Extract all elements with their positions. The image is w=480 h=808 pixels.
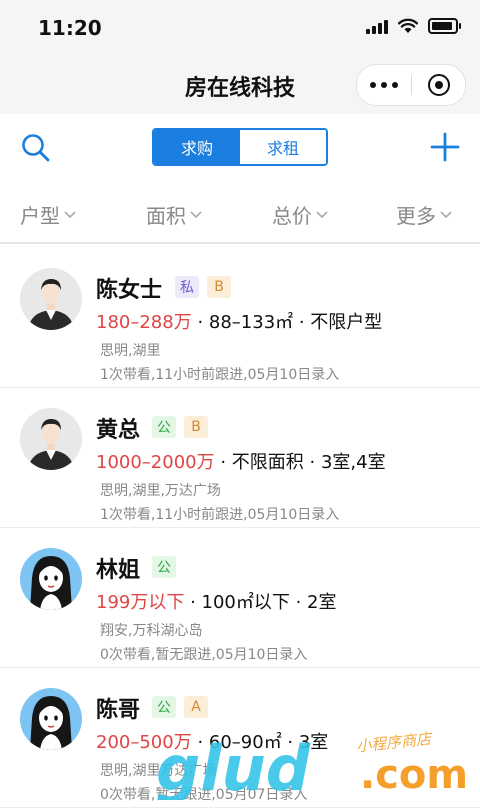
filter-label: 总价 xyxy=(272,204,312,228)
follow-up-meta: 1次带看,11小时前跟进,05月10日录入 xyxy=(100,367,340,383)
public-badge: 公 xyxy=(152,696,176,718)
requirement-summary: 199万以下 · 100㎡以下 · 2室 xyxy=(96,588,337,614)
filter-price[interactable]: 总价 xyxy=(272,200,328,229)
signal-icon xyxy=(366,18,388,34)
client-tags: 公 B xyxy=(152,416,208,438)
follow-up-meta: 1次带看,11小时前跟进,05月10日录入 xyxy=(100,507,340,523)
client-tags: 私 B xyxy=(175,276,231,298)
add-icon[interactable] xyxy=(430,132,460,162)
requirement-summary: 200–500万 · 60–90㎡ · 3室 xyxy=(96,728,328,754)
filter-layout[interactable]: 户型 xyxy=(20,200,76,229)
requirement-summary: 180–288万 · 88–133㎡ · 不限户型 xyxy=(96,308,382,334)
follow-up-meta: 0次带看,暂无跟进,05月10日录入 xyxy=(100,647,308,663)
filter-area[interactable]: 面积 xyxy=(146,200,202,229)
budget-range: 200–500万 xyxy=(96,732,192,753)
tab-buy[interactable]: 求购 xyxy=(154,130,240,164)
preferred-location: 思明,湖里,万达广场 xyxy=(100,483,221,499)
filter-label: 更多 xyxy=(396,204,436,228)
requirement-details: · 88–133㎡ · 不限户型 xyxy=(191,312,383,333)
close-miniprogram-button[interactable] xyxy=(412,74,465,96)
list-item[interactable]: 黄总 公 B 1000–2000万 · 不限面积 · 3室,4室 思明,湖里,万… xyxy=(0,388,480,528)
public-badge: 公 xyxy=(152,556,176,578)
filter-bar: 户型 面积 总价 更多 xyxy=(0,182,480,244)
client-tags: 公 A xyxy=(152,696,208,718)
search-icon[interactable] xyxy=(20,132,52,164)
chevron-down-icon xyxy=(190,210,202,218)
client-name: 陈女士 xyxy=(96,278,163,303)
preferred-location: 翔安,万科湖心岛 xyxy=(100,623,203,639)
filter-more[interactable]: 更多 xyxy=(396,200,452,229)
chevron-down-icon xyxy=(440,210,452,218)
preferred-location: 思明,湖里万达广场 xyxy=(100,763,217,779)
filter-label: 面积 xyxy=(146,204,186,228)
grade-badge: B xyxy=(184,416,208,438)
avatar xyxy=(20,408,82,470)
budget-range: 199万以下 xyxy=(96,592,185,613)
preferred-location: 思明,湖里 xyxy=(100,343,161,359)
client-name: 黄总 xyxy=(96,418,141,443)
avatar xyxy=(20,688,82,750)
grade-badge: B xyxy=(207,276,231,298)
female-avatar-icon xyxy=(20,688,82,750)
battery-icon xyxy=(428,18,461,34)
requirement-details: · 60–90㎡ · 3室 xyxy=(191,732,329,753)
grade-badge: A xyxy=(184,696,208,718)
client-name: 林姐 xyxy=(96,558,141,583)
tab-rent[interactable]: 求租 xyxy=(240,130,326,164)
target-icon xyxy=(427,74,450,96)
requirement-details: · 不限面积 · 3室,4室 xyxy=(214,452,386,473)
nav-bar: 房在线科技 xyxy=(0,56,480,114)
requirement-summary: 1000–2000万 · 不限面积 · 3室,4室 xyxy=(96,448,386,474)
list-item[interactable]: 陈女士 私 B 180–288万 · 88–133㎡ · 不限户型 思明,湖里 … xyxy=(0,248,480,388)
budget-range: 1000–2000万 xyxy=(96,452,215,473)
male-avatar-icon xyxy=(20,268,82,330)
client-tags: 公 xyxy=(152,556,176,578)
mode-segmented-control: 求购 求租 xyxy=(152,128,328,166)
wifi-icon xyxy=(398,18,418,33)
status-icons xyxy=(366,18,461,34)
avatar xyxy=(20,268,82,330)
budget-range: 180–288万 xyxy=(96,312,192,333)
follow-up-meta: 0次带看,暂无跟进,05月07日录入 xyxy=(100,787,308,803)
chevron-down-icon xyxy=(316,210,328,218)
status-time: 11:20 xyxy=(38,16,102,40)
toolbar: 求购 求租 xyxy=(0,114,480,182)
chevron-down-icon xyxy=(64,210,76,218)
requirement-details: · 100㎡以下 · 2室 xyxy=(184,592,337,613)
more-options-button[interactable] xyxy=(357,82,411,88)
private-badge: 私 xyxy=(175,276,199,298)
female-avatar-icon xyxy=(20,548,82,610)
avatar xyxy=(20,548,82,610)
miniprogram-capsule xyxy=(356,64,466,106)
male-avatar-icon xyxy=(20,408,82,470)
client-name: 陈哥 xyxy=(96,698,141,723)
status-bar: 11:20 xyxy=(0,0,480,56)
filter-label: 户型 xyxy=(20,204,60,228)
public-badge: 公 xyxy=(152,416,176,438)
list-item[interactable]: 陈哥 公 A 200–500万 · 60–90㎡ · 3室 思明,湖里万达广场 … xyxy=(0,668,480,808)
list-item[interactable]: 林姐 公 199万以下 · 100㎡以下 · 2室 翔安,万科湖心岛 0次带看,… xyxy=(0,528,480,668)
